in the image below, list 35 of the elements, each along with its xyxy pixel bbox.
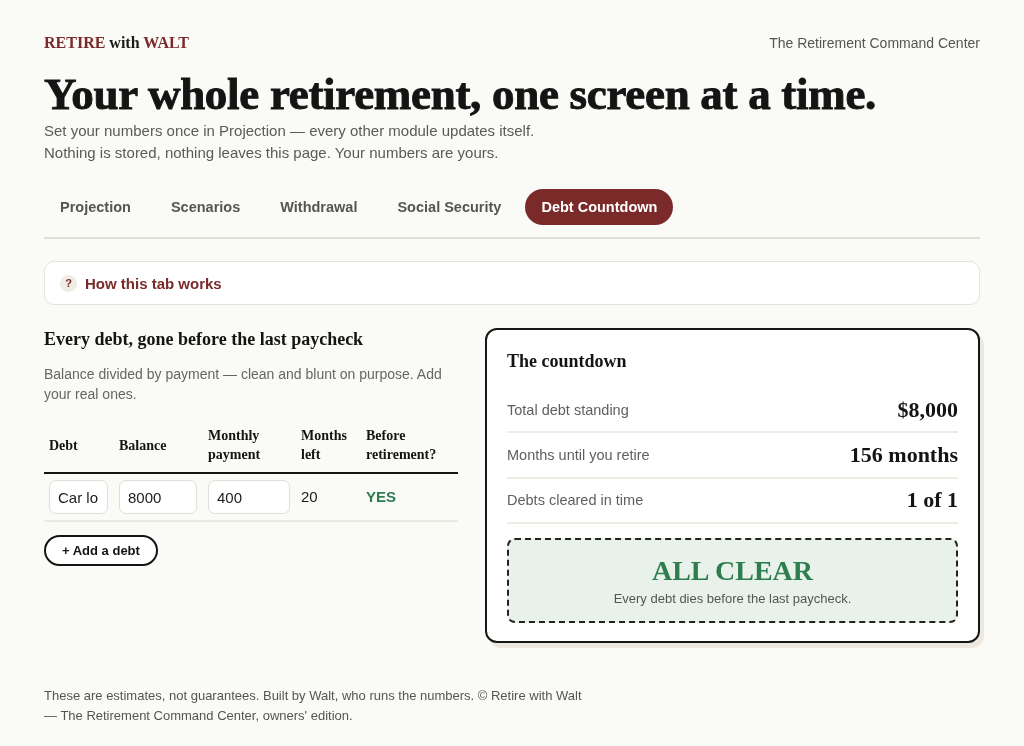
column-header: Debt — [48, 436, 79, 455]
headline: Your whole retirement, one screen at a time. — [44, 68, 878, 120]
column-header: Months left — [300, 427, 348, 464]
summary-label: Total debt standing — [507, 401, 629, 418]
footer-text: These are estimates, not guarantees. Built by Walt, who runs the numbers. © Retire with Walt — The Retirement Command Center, owners' edition. — [44, 687, 583, 725]
verdict-title: ALL CLEAR — [651, 555, 813, 588]
summary-value: $8,000 — [897, 396, 958, 423]
subtitle-text: Nothing is stored, nothing leaves this page. Your numbers are yours. — [44, 143, 500, 163]
add-debt-button[interactable]: + Add a debt — [44, 535, 158, 566]
help-toggle[interactable]: ? How this tab works — [44, 261, 980, 305]
debt-name-field[interactable]: Car lo — [49, 480, 108, 514]
summary-label: Debts cleared in time — [507, 492, 644, 509]
column-header: Monthly payment — [207, 427, 262, 464]
status-text: YES — [366, 488, 396, 505]
tab[interactable]: Withdrawal — [264, 189, 374, 225]
section-description: Balance divided by payment — clean and blunt on purpose. Add your real ones. — [44, 365, 443, 404]
column-header: Before retirement? — [365, 427, 438, 464]
summary-value: 1 of 1 — [906, 487, 958, 514]
section-heading: Every debt, gone before the last paycheck — [44, 328, 365, 350]
tab[interactable]: Debt Countdown — [525, 189, 674, 225]
card-title: The countdown — [507, 350, 628, 373]
table-cell: 20 — [301, 488, 318, 505]
tab[interactable]: Social Security — [381, 189, 518, 225]
help-icon: ? — [60, 274, 77, 292]
balance-field[interactable]: 8000 — [119, 480, 197, 514]
tagline: The Retirement Command Center — [769, 35, 980, 51]
tab[interactable]: Scenarios — [154, 189, 257, 225]
payment-field[interactable]: 400 — [208, 480, 290, 514]
brand-logo: RETIRE with WALT — [44, 34, 189, 52]
tab[interactable]: Projection — [44, 189, 147, 225]
summary-label: Months until you retire — [507, 447, 650, 464]
subtitle-text: Set your numbers once in Projection — every other module updates itself. — [44, 121, 536, 141]
column-header: Balance — [118, 436, 168, 455]
summary-value: 156 months — [849, 442, 958, 469]
verdict-note: Every debt dies before the last paycheck. — [613, 591, 852, 607]
